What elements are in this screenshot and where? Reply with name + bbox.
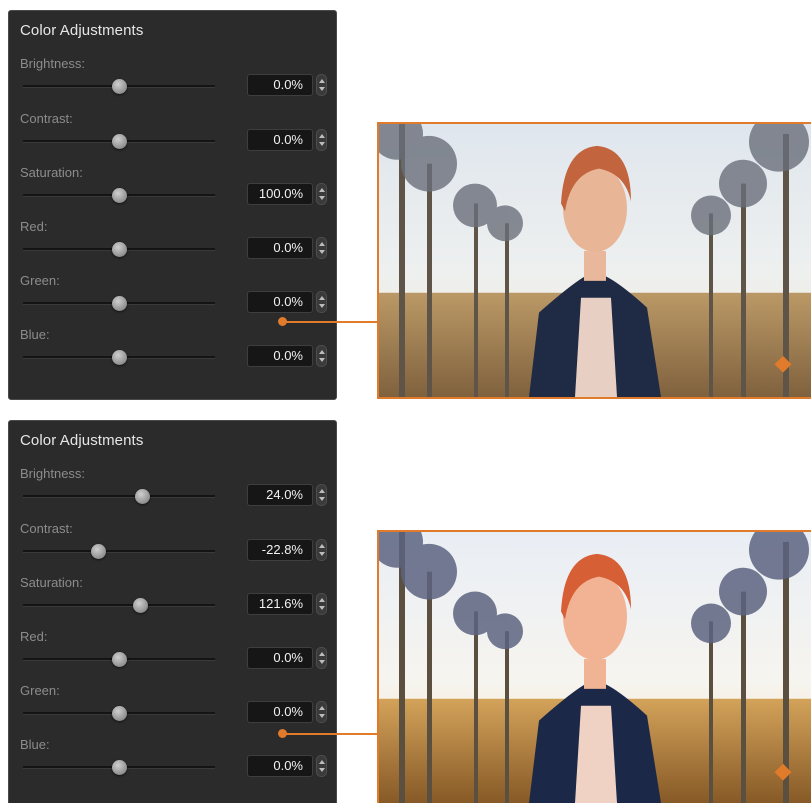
video-preview-original [377,122,811,399]
blue-slider-thumb[interactable] [112,350,127,365]
saturation-value-field[interactable]: 121.6% [247,593,313,615]
stepper-down-icon[interactable] [319,250,325,254]
blue-stepper[interactable] [316,345,327,367]
green-label: Green: [20,683,60,698]
saturation-slider-thumb[interactable] [112,188,127,203]
red-row: Red: 0.0% [9,629,336,681]
color-adjustments-panel-adjusted: Color Adjustments Brightness: 24.0% Cont… [8,420,337,803]
green-slider-thumb[interactable] [112,296,127,311]
red-label: Red: [20,629,48,644]
stepper-down-icon[interactable] [319,142,325,146]
green-value-field[interactable]: 0.0% [247,701,313,723]
saturation-slider-track[interactable] [23,604,215,607]
contrast-value-field[interactable]: 0.0% [247,129,313,151]
green-slider-thumb[interactable] [112,706,127,721]
color-adjustments-panel-original: Color Adjustments Brightness: 0.0% Contr… [8,10,337,400]
stepper-up-icon[interactable] [319,79,325,83]
green-value-field[interactable]: 0.0% [247,291,313,313]
saturation-stepper[interactable] [316,183,327,205]
red-slider-thumb[interactable] [112,242,127,257]
stepper-up-icon[interactable] [319,598,325,602]
presenter-photo-adjusted [379,532,811,803]
contrast-label: Contrast: [20,521,73,536]
stepper-down-icon[interactable] [319,497,325,501]
red-value-field[interactable]: 0.0% [247,237,313,259]
stepper-down-icon[interactable] [319,304,325,308]
blue-row: Blue: 0.0% [9,737,336,789]
stepper-up-icon[interactable] [319,188,325,192]
green-label: Green: [20,273,60,288]
saturation-row: Saturation: 100.0% [9,165,336,217]
stepper-down-icon[interactable] [319,87,325,91]
stepper-down-icon[interactable] [319,606,325,610]
contrast-stepper[interactable] [316,539,327,561]
stepper-down-icon[interactable] [319,660,325,664]
brightness-slider-thumb[interactable] [135,489,151,504]
stepper-down-icon[interactable] [319,552,325,556]
blue-value-field[interactable]: 0.0% [247,345,313,367]
stepper-down-icon[interactable] [319,768,325,772]
blue-label: Blue: [20,327,50,342]
red-stepper[interactable] [316,237,327,259]
red-row: Red: 0.0% [9,219,336,271]
red-label: Red: [20,219,48,234]
saturation-label: Saturation: [20,575,83,590]
brightness-stepper[interactable] [316,484,327,506]
contrast-row: Contrast: -22.8% [9,521,336,573]
stepper-up-icon[interactable] [319,706,325,710]
stepper-up-icon[interactable] [319,652,325,656]
brightness-slider-track[interactable] [23,495,215,498]
panel-title: Color Adjustments [20,22,144,39]
stepper-up-icon[interactable] [319,242,325,246]
brightness-label: Brightness: [20,466,86,481]
video-preview-adjusted [377,530,811,803]
brightness-row: Brightness: 24.0% [9,466,336,518]
saturation-row: Saturation: 121.6% [9,575,336,627]
stepper-up-icon[interactable] [319,134,325,138]
contrast-slider-thumb[interactable] [90,544,106,559]
panel-title: Color Adjustments [20,432,144,449]
contrast-label: Contrast: [20,111,73,126]
contrast-slider-thumb[interactable] [112,134,127,149]
presenter-photo [379,124,811,397]
stepper-down-icon[interactable] [319,196,325,200]
saturation-stepper[interactable] [316,593,327,615]
stepper-down-icon[interactable] [319,714,325,718]
blue-slider-thumb[interactable] [112,760,127,775]
saturation-value-field[interactable]: 100.0% [247,183,313,205]
saturation-label: Saturation: [20,165,83,180]
stepper-up-icon[interactable] [319,544,325,548]
brightness-row: Brightness: 0.0% [9,56,336,108]
contrast-stepper[interactable] [316,129,327,151]
contrast-row: Contrast: 0.0% [9,111,336,163]
brightness-stepper[interactable] [316,74,327,96]
brightness-label: Brightness: [20,56,86,71]
callout-line [283,321,379,323]
green-stepper[interactable] [316,291,327,313]
green-row: Green: 0.0% [9,683,336,735]
brightness-value-field[interactable]: 24.0% [247,484,313,506]
stepper-up-icon[interactable] [319,489,325,493]
saturation-slider-thumb[interactable] [133,598,149,613]
callout-line [283,733,379,735]
blue-label: Blue: [20,737,50,752]
green-stepper[interactable] [316,701,327,723]
blue-row: Blue: 0.0% [9,327,336,379]
stepper-up-icon[interactable] [319,296,325,300]
red-value-field[interactable]: 0.0% [247,647,313,669]
red-stepper[interactable] [316,647,327,669]
brightness-value-field[interactable]: 0.0% [247,74,313,96]
stepper-up-icon[interactable] [319,350,325,354]
contrast-slider-track[interactable] [23,550,215,553]
green-row: Green: 0.0% [9,273,336,325]
blue-value-field[interactable]: 0.0% [247,755,313,777]
red-slider-thumb[interactable] [112,652,127,667]
stepper-up-icon[interactable] [319,760,325,764]
brightness-slider-thumb[interactable] [112,79,127,94]
contrast-value-field[interactable]: -22.8% [247,539,313,561]
stepper-down-icon[interactable] [319,358,325,362]
blue-stepper[interactable] [316,755,327,777]
